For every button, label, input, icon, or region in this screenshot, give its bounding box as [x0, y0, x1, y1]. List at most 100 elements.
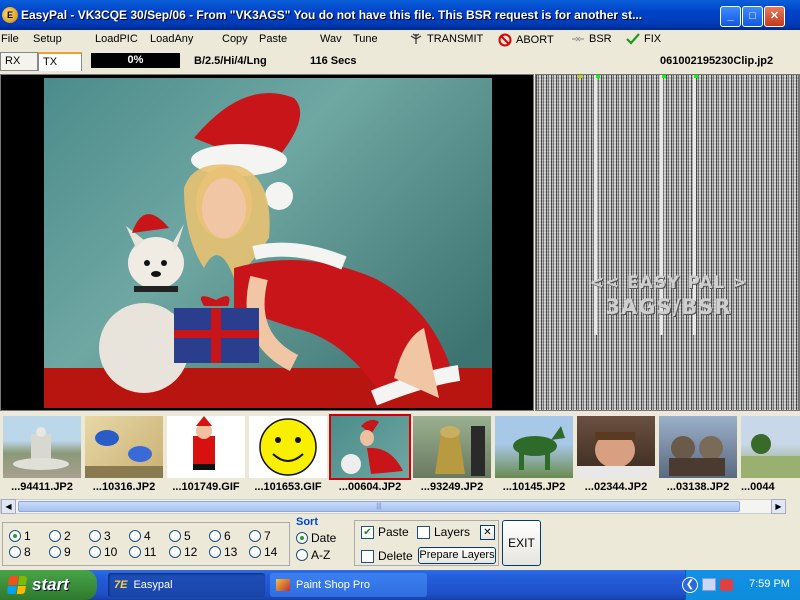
- thumbnail-scrollbar[interactable]: ◀ ||| ▶: [0, 499, 786, 514]
- radio-dot: [169, 546, 181, 558]
- sort-date-radio[interactable]: Date: [296, 531, 336, 545]
- menu-copy[interactable]: Copy: [222, 33, 248, 45]
- menu-file[interactable]: File: [1, 33, 19, 45]
- slot-radio-5[interactable]: 5: [169, 529, 191, 543]
- thumbnail-strip: ...94411.JP2 ...10316.JP2 ...101749.GIF …: [0, 413, 800, 498]
- slot-radio-10[interactable]: 10: [89, 545, 117, 559]
- delete-checkbox[interactable]: Delete: [361, 549, 413, 563]
- slot-radio-6[interactable]: 6: [209, 529, 231, 543]
- scrollbar-thumb[interactable]: |||: [18, 501, 740, 512]
- bottom-controls: 1 2 3 4 5 6 7 8 9 10 11 12 13 14 Sort Da…: [0, 516, 800, 568]
- radio-dot: [129, 530, 141, 542]
- slot-radio-11[interactable]: 11: [129, 545, 156, 559]
- thumbnail-label: ...94411.JP2: [11, 481, 73, 493]
- transmit-progress-bar: 0%: [91, 53, 180, 68]
- slot-radio-label: 5: [184, 529, 191, 543]
- network-icon[interactable]: [702, 578, 716, 591]
- tray-expand-icon[interactable]: ❮: [682, 577, 698, 593]
- santa-girl-image: [341, 419, 403, 474]
- prepare-layers-button[interactable]: Prepare Layers: [418, 547, 496, 564]
- thumbnail-fountain[interactable]: [3, 416, 81, 478]
- slot-radio-4[interactable]: 4: [129, 529, 151, 543]
- thumbnail-man-face[interactable]: [577, 416, 655, 478]
- slot-radio-12[interactable]: 12: [169, 545, 197, 559]
- slot-radio-1[interactable]: 1: [9, 529, 31, 543]
- slot-radio-3[interactable]: 3: [89, 529, 111, 543]
- radio-dot: [209, 530, 221, 542]
- thumbnail-blue-birds[interactable]: [85, 416, 163, 478]
- filename-readout: 061002195230Clip.jp2: [660, 55, 774, 67]
- fountain-image: [13, 427, 69, 470]
- thumbnail-field[interactable]: [741, 416, 800, 478]
- thumbnail-topiary-horse[interactable]: [495, 416, 573, 478]
- exit-button[interactable]: EXIT: [502, 520, 541, 566]
- slot-radio-label: 4: [144, 529, 151, 543]
- transmit-button[interactable]: TRANSMIT: [409, 33, 483, 45]
- minimize-button[interactable]: _: [720, 6, 741, 27]
- clear-layers-button[interactable]: ✕: [480, 525, 495, 540]
- slot-radio-label: 7: [264, 529, 271, 543]
- waterfall-display[interactable]: << EASY PAL > 3AGS/BSR: [535, 74, 800, 411]
- radio-dot: [169, 530, 181, 542]
- tab-tx[interactable]: TX: [38, 52, 82, 71]
- sort-az-radio[interactable]: A-Z: [296, 548, 330, 562]
- clock[interactable]: 7:59 PM: [749, 578, 790, 590]
- menu-wav[interactable]: Wav: [320, 33, 342, 45]
- slot-radio-label: 9: [64, 545, 71, 559]
- man-face-image: [577, 432, 655, 478]
- easypal-app-icon[interactable]: E: [2, 7, 18, 23]
- santa-cartoon-image: [193, 416, 215, 470]
- start-button[interactable]: start: [0, 570, 97, 600]
- taskbar-item-paint-shop-pro[interactable]: Paint Shop Pro: [270, 573, 427, 597]
- fix-button[interactable]: FIX: [626, 33, 661, 45]
- menu-paste[interactable]: Paste: [259, 33, 287, 45]
- thumbnail-kittens[interactable]: [659, 416, 737, 478]
- waterfall-marker: [662, 75, 666, 78]
- slot-radio-14[interactable]: 14: [249, 545, 277, 559]
- paint-shop-pro-icon: [276, 579, 290, 591]
- slot-radio-label: 6: [224, 529, 231, 543]
- thumbnail-label: ...02344.JP2: [584, 481, 648, 493]
- slot-radio-7[interactable]: 7: [249, 529, 271, 543]
- abort-label: ABORT: [516, 33, 554, 46]
- slot-radio-9[interactable]: 9: [49, 545, 71, 559]
- thumbnail-santa-girl[interactable]: [329, 414, 411, 480]
- checkmark-icon: [626, 33, 640, 45]
- menu-loadany[interactable]: LoadAny: [150, 33, 193, 45]
- thumbnail-smiley[interactable]: [249, 416, 327, 478]
- menu-loadpic[interactable]: LoadPIC: [95, 33, 138, 45]
- radio-dot: [9, 546, 21, 558]
- slot-radio-label: 12: [184, 545, 198, 559]
- scroll-right-arrow-icon[interactable]: ▶: [771, 499, 786, 514]
- radio-dot: [296, 532, 308, 544]
- bsr-button[interactable]: BSR: [571, 33, 612, 45]
- layers-checkbox[interactable]: Layers: [417, 525, 470, 539]
- mode-readout: B/2.5/Hi/4/Lng: [194, 55, 267, 67]
- slot-radio-label: 14: [264, 545, 278, 559]
- slot-radio-8[interactable]: 8: [9, 545, 31, 559]
- sort-label: Sort: [296, 516, 318, 528]
- security-icon[interactable]: [720, 579, 733, 591]
- title-bar: E EasyPal - VK3CQE 30/Sep/06 - From "VK3…: [0, 0, 800, 30]
- taskbar: start 7E Easypal Paint Shop Pro ❮ 7:59 P…: [0, 570, 800, 600]
- thumbnail-dalek[interactable]: [413, 416, 491, 478]
- slot-radio-13[interactable]: 13: [209, 545, 237, 559]
- taskbar-item-easypal[interactable]: 7E Easypal: [108, 573, 265, 597]
- bsr-label: BSR: [589, 33, 612, 45]
- main-image-panel[interactable]: [0, 74, 534, 411]
- abort-button[interactable]: ABORT: [498, 33, 554, 47]
- paste-checkbox[interactable]: ✔ Paste: [361, 525, 409, 539]
- status-bar: RX TX 0% B/2.5/Hi/4/Lng 116 Secs 0610021…: [0, 50, 800, 72]
- tab-rx[interactable]: RX: [0, 52, 38, 71]
- waterfall-text-line2: 3AGS/BSR: [605, 295, 732, 319]
- thumbnail-santa-cartoon[interactable]: [167, 416, 245, 478]
- menu-tune[interactable]: Tune: [353, 33, 378, 45]
- close-button[interactable]: ✕: [764, 6, 785, 27]
- menu-setup[interactable]: Setup: [33, 33, 62, 45]
- system-tray: ❮ 7:59 PM: [682, 570, 800, 600]
- scroll-left-arrow-icon[interactable]: ◀: [1, 499, 16, 514]
- thumbnail-label: ...10145.JP2: [502, 481, 566, 493]
- maximize-button[interactable]: □: [742, 6, 763, 27]
- thumbnail-label: ...93249.JP2: [420, 481, 484, 493]
- slot-radio-2[interactable]: 2: [49, 529, 71, 543]
